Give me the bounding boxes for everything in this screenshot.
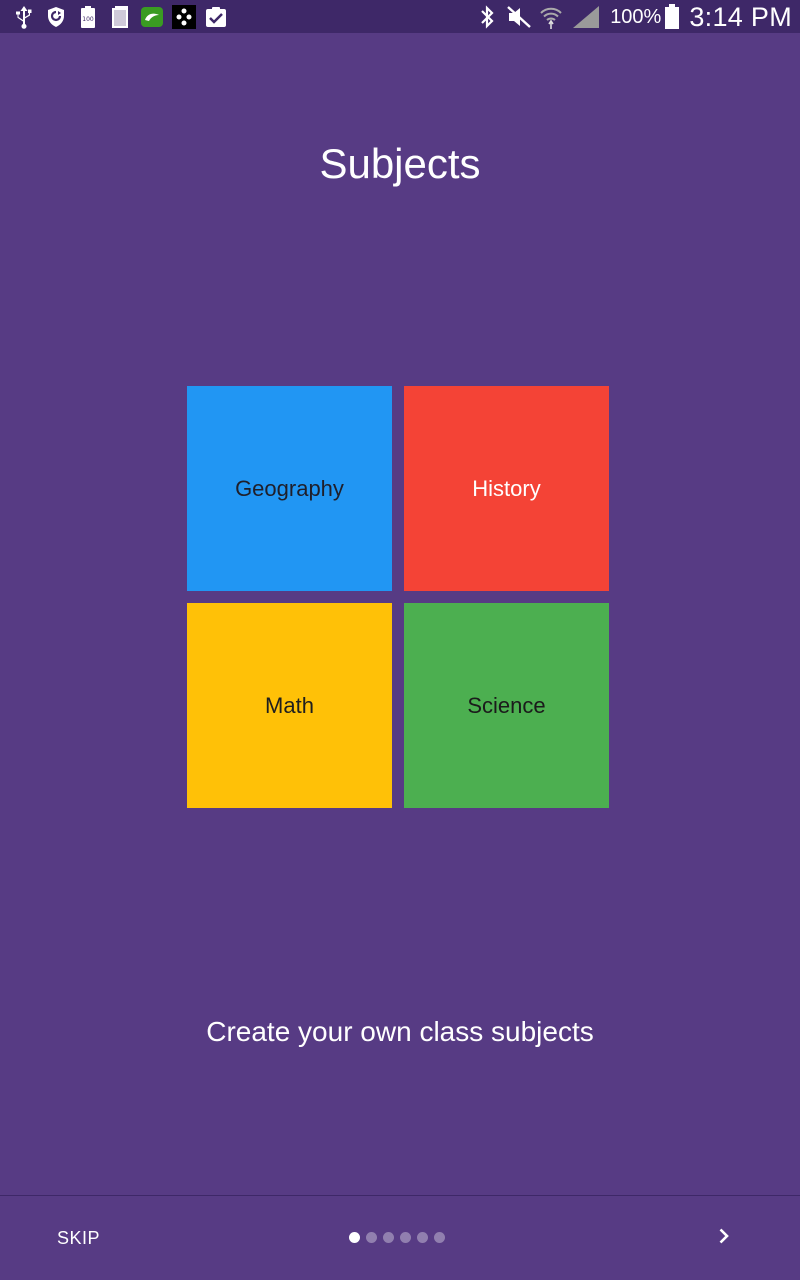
clipboard-check-icon xyxy=(204,5,228,29)
sim-card-icon xyxy=(108,5,132,29)
wifi-icon xyxy=(538,4,564,30)
page-dot xyxy=(366,1232,377,1243)
usb-icon xyxy=(12,5,36,29)
page-dot xyxy=(383,1232,394,1243)
system-status-icons: 100% 3:14 PM xyxy=(468,2,792,32)
signal-icon xyxy=(570,4,602,30)
green-app-icon xyxy=(140,5,164,29)
skip-button[interactable]: SKIP xyxy=(42,1216,115,1260)
bluetooth-icon xyxy=(474,4,500,30)
notification-icons: 100 xyxy=(12,4,236,30)
shield-icon xyxy=(44,5,68,29)
subject-tile-label: History xyxy=(472,475,541,501)
battery-icon xyxy=(663,4,681,30)
bottom-divider xyxy=(0,1195,800,1196)
page-indicator xyxy=(349,1232,451,1243)
subject-tile-label: Math xyxy=(265,692,314,718)
battery-100-icon: 100 xyxy=(76,5,100,29)
subject-tile-history: History xyxy=(404,386,609,591)
subject-tile-label: Science xyxy=(467,692,546,718)
svg-text:100: 100 xyxy=(82,16,94,23)
checkers-app-icon xyxy=(172,5,196,29)
battery-percentage: 100% xyxy=(610,5,662,28)
page-dot xyxy=(400,1232,411,1243)
subject-tile-science: Science xyxy=(404,603,609,808)
page-dot xyxy=(417,1232,428,1243)
page-description: Create your own class subjects xyxy=(206,1016,594,1047)
mute-icon xyxy=(506,4,532,30)
status-clock: 3:14 PM xyxy=(689,1,792,32)
page-title: Subjects xyxy=(319,140,481,187)
subject-tile-math: Math xyxy=(187,603,392,808)
page-dot xyxy=(434,1232,445,1243)
subject-tile-label: Geography xyxy=(235,475,344,501)
next-button[interactable] xyxy=(700,1214,748,1262)
onboarding-screen: 100 100% 3:14 PM Subjects Geography Hist… xyxy=(0,0,800,1280)
subject-tile-geography: Geography xyxy=(187,386,392,591)
page-dot-active xyxy=(349,1232,360,1243)
chevron-right-icon xyxy=(714,1226,734,1251)
status-bar: 100 100% 3:14 PM xyxy=(0,0,800,33)
